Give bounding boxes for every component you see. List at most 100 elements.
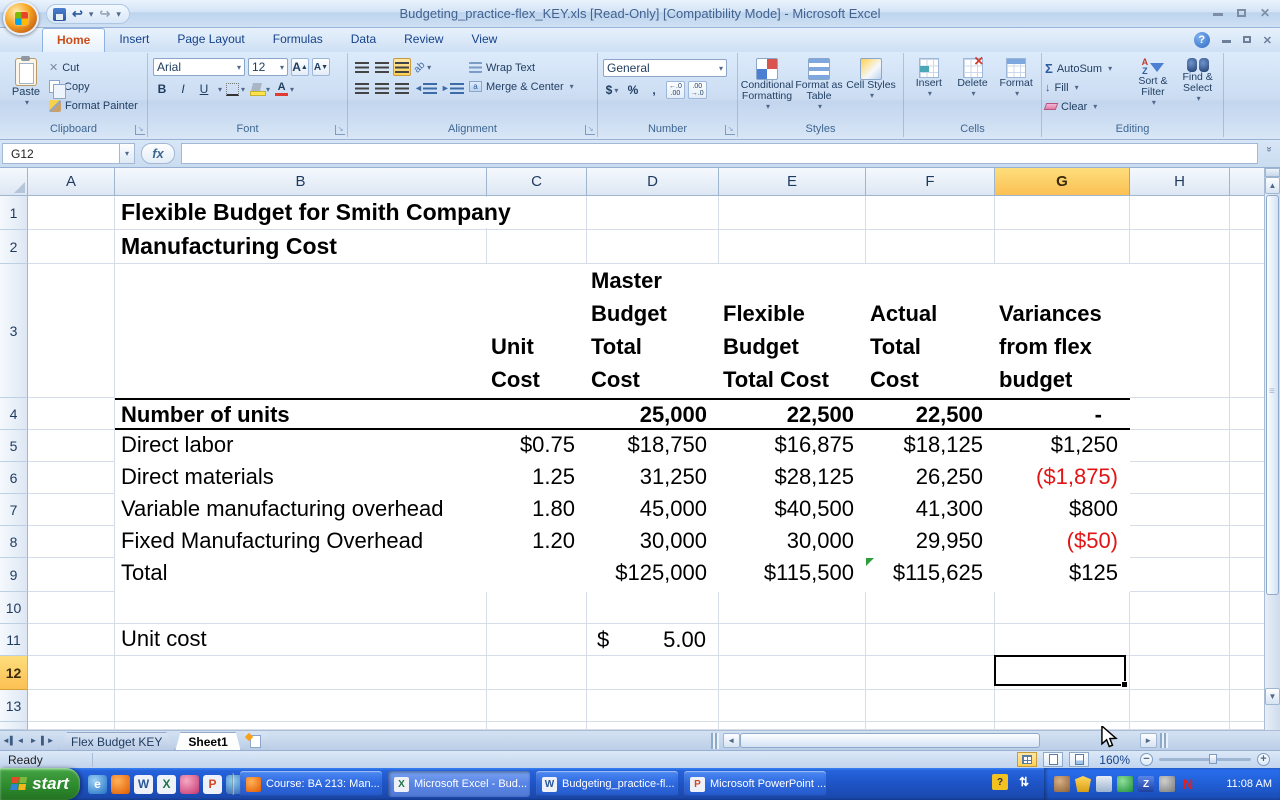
taskbar-window-course[interactable]: Course: BA 213: Man...	[240, 771, 382, 797]
cell-B1[interactable]: Flexible Budget for Smith Company	[115, 196, 487, 230]
tab-split-handle[interactable]	[711, 733, 719, 749]
zoom-out-icon[interactable]: −	[1140, 753, 1153, 766]
column-header-H[interactable]: H	[1130, 168, 1230, 196]
zoom-in-icon[interactable]: +	[1257, 753, 1270, 766]
cell-D5[interactable]: $18,750	[587, 430, 719, 462]
cell-E10[interactable]	[719, 592, 866, 624]
tab-review[interactable]: Review	[390, 28, 457, 52]
cell-F12[interactable]	[866, 656, 995, 690]
minimize-button[interactable]	[1213, 6, 1223, 20]
cell-G5[interactable]: $1,250	[995, 430, 1130, 462]
cell-D4[interactable]: 25,000	[587, 398, 719, 430]
cell-B11[interactable]: Unit cost	[115, 624, 487, 656]
cell-D3[interactable]: MasterBudgetTotalCost	[587, 264, 719, 398]
paste-dropdown-icon[interactable]: ▾	[25, 98, 29, 107]
insert-function-button[interactable]: fx	[141, 143, 175, 164]
tray-icon-n[interactable]: N	[1180, 776, 1196, 792]
cell-E5[interactable]: $16,875	[719, 430, 866, 462]
cell-E11[interactable]	[719, 624, 866, 656]
percent-style-button[interactable]: %	[624, 81, 642, 99]
cell-H10[interactable]	[1130, 592, 1230, 624]
cell-F4[interactable]: 22,500	[866, 398, 995, 430]
cell-C11[interactable]	[487, 624, 587, 656]
cell-G6[interactable]: ($1,875)	[995, 462, 1130, 494]
cell-F13[interactable]	[866, 690, 995, 722]
cell-B4[interactable]: Number of units	[115, 398, 487, 430]
row-header-3[interactable]: 3	[0, 264, 28, 398]
cell-G7[interactable]: $800	[995, 494, 1130, 526]
cell-C5[interactable]: $0.75	[487, 430, 587, 462]
sheet-tab-flex-budget-key[interactable]: Flex Budget KEY	[58, 732, 175, 751]
help-icon[interactable]: ?	[1194, 32, 1210, 48]
comma-style-button[interactable]: ,	[645, 81, 663, 99]
row-header-8[interactable]: 8	[0, 526, 28, 558]
underline-button[interactable]: U	[195, 80, 213, 98]
conditional-formatting-button[interactable]: Conditional Formatting▾	[741, 55, 793, 121]
increase-decimal-button[interactable]: ←.0.00	[666, 81, 685, 99]
selected-cell-G12[interactable]	[994, 655, 1126, 686]
cell-G3[interactable]: Variancesfrom flexbudget	[995, 264, 1130, 398]
cell-H11[interactable]	[1130, 624, 1230, 656]
tray-icon-z[interactable]: Z	[1138, 776, 1154, 792]
cell-H12[interactable]	[1130, 656, 1230, 690]
cell-A10[interactable]	[28, 592, 115, 624]
taskbar-window-powerpoint[interactable]: P Microsoft PowerPoint ...	[684, 771, 826, 797]
tab-home[interactable]: Home	[42, 28, 105, 52]
tab-data[interactable]: Data	[337, 28, 390, 52]
alignment-dialog-launcher[interactable]: ↘	[585, 125, 595, 135]
cell-F1[interactable]	[866, 196, 995, 230]
cell-C4[interactable]	[487, 398, 587, 430]
restore-button[interactable]	[1237, 6, 1246, 20]
format-cells-button[interactable]: Format▾	[994, 55, 1038, 121]
row-header-4[interactable]: 4	[0, 398, 28, 430]
workbook-minimize-button[interactable]	[1222, 34, 1231, 46]
column-header-G[interactable]: G	[995, 168, 1130, 196]
cell-D6[interactable]: 31,250	[587, 462, 719, 494]
cell-D8[interactable]: 30,000	[587, 526, 719, 558]
cell-C7[interactable]: 1.80	[487, 494, 587, 526]
cell-H13[interactable]	[1130, 690, 1230, 722]
grow-font-button[interactable]: A▲	[291, 58, 309, 76]
tray-icon-1[interactable]	[1054, 776, 1070, 792]
cell-F2[interactable]	[866, 230, 995, 264]
cell-A7[interactable]	[28, 494, 115, 526]
cell-B5[interactable]: Direct labor	[115, 430, 487, 462]
align-top-button[interactable]	[353, 58, 371, 76]
cell-E6[interactable]: $28,125	[719, 462, 866, 494]
row-header-11[interactable]: 11	[0, 624, 28, 656]
tray-icon-3[interactable]	[1117, 776, 1133, 792]
next-sheet-icon[interactable]: ►	[28, 734, 39, 748]
cell-F5[interactable]: $18,125	[866, 430, 995, 462]
cell-A9[interactable]	[28, 558, 115, 592]
column-header-A[interactable]: A	[28, 168, 115, 196]
tray-icon-2[interactable]	[1096, 776, 1112, 792]
decrease-indent-button[interactable]: ◄	[413, 79, 438, 97]
wrap-text-button[interactable]: Wrap Text	[469, 58, 593, 77]
cell-styles-button[interactable]: Cell Styles▾	[845, 55, 897, 121]
autosum-button[interactable]: Σ AutoSum▾	[1045, 59, 1131, 78]
find-select-button[interactable]: Find & Select▾	[1175, 55, 1220, 121]
cell-H6[interactable]	[1130, 462, 1230, 494]
cell-D2[interactable]	[587, 230, 719, 264]
vertical-scroll-thumb[interactable]	[1266, 195, 1279, 595]
underline-dropdown-icon[interactable]: ▾	[218, 85, 222, 94]
zoom-level[interactable]: 160%	[1099, 753, 1130, 767]
cell-F7[interactable]: 41,300	[866, 494, 995, 526]
delete-cells-button[interactable]: Delete▾	[951, 55, 995, 121]
cell-C3[interactable]: UnitCost	[487, 264, 587, 398]
cell-H8[interactable]	[1130, 526, 1230, 558]
cell-B10[interactable]	[115, 592, 487, 624]
cell-G13[interactable]	[995, 690, 1130, 722]
cell-F11[interactable]	[866, 624, 995, 656]
cell-D10[interactable]	[587, 592, 719, 624]
cell-B13[interactable]	[115, 690, 487, 722]
align-middle-button[interactable]	[373, 58, 391, 76]
row-header-1[interactable]: 1	[0, 196, 28, 230]
cell-C12[interactable]	[487, 656, 587, 690]
cell-A6[interactable]	[28, 462, 115, 494]
cell-G2[interactable]	[995, 230, 1130, 264]
format-as-table-button[interactable]: Format as Table▾	[793, 55, 845, 121]
cell-F3[interactable]: ActualTotalCost	[866, 264, 995, 398]
cell-A12[interactable]	[28, 656, 115, 690]
cell-C9[interactable]	[487, 558, 587, 592]
